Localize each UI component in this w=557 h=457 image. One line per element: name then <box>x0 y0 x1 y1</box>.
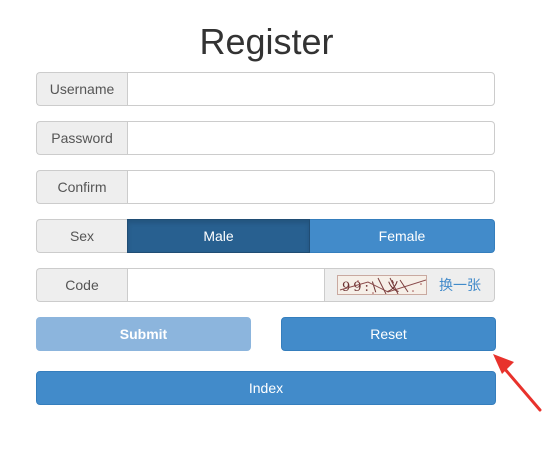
sex-option-female[interactable]: Female <box>310 219 495 253</box>
password-label: Password <box>36 121 127 155</box>
username-input[interactable] <box>127 72 495 106</box>
confirm-password-input[interactable] <box>127 170 495 204</box>
code-input[interactable] <box>127 268 325 302</box>
page-title: Register <box>199 21 334 62</box>
username-label: Username <box>36 72 127 106</box>
captcha-image[interactable]: 99:\ 义 <box>337 275 427 295</box>
reset-button[interactable]: Reset <box>281 317 496 351</box>
code-row: Code 99:\ 义 换一张 <box>36 268 495 302</box>
confirm-label: Confirm <box>36 170 127 204</box>
captcha-noise-icon <box>339 277 426 294</box>
sex-option-male[interactable]: Male <box>127 219 310 253</box>
change-captcha-link[interactable]: 换一张 <box>439 275 481 295</box>
captcha-addon: 99:\ 义 换一张 <box>325 268 495 302</box>
sex-label: Sex <box>36 219 127 253</box>
username-row: Username <box>36 72 495 106</box>
submit-button[interactable]: Submit <box>36 317 251 351</box>
confirm-row: Confirm <box>36 170 495 204</box>
index-button[interactable]: Index <box>36 371 496 405</box>
code-label: Code <box>36 268 127 302</box>
annotation-arrow-icon <box>493 354 542 412</box>
password-row: Password <box>36 121 495 155</box>
sex-row: Sex Male Female <box>36 219 495 253</box>
password-input[interactable] <box>127 121 495 155</box>
